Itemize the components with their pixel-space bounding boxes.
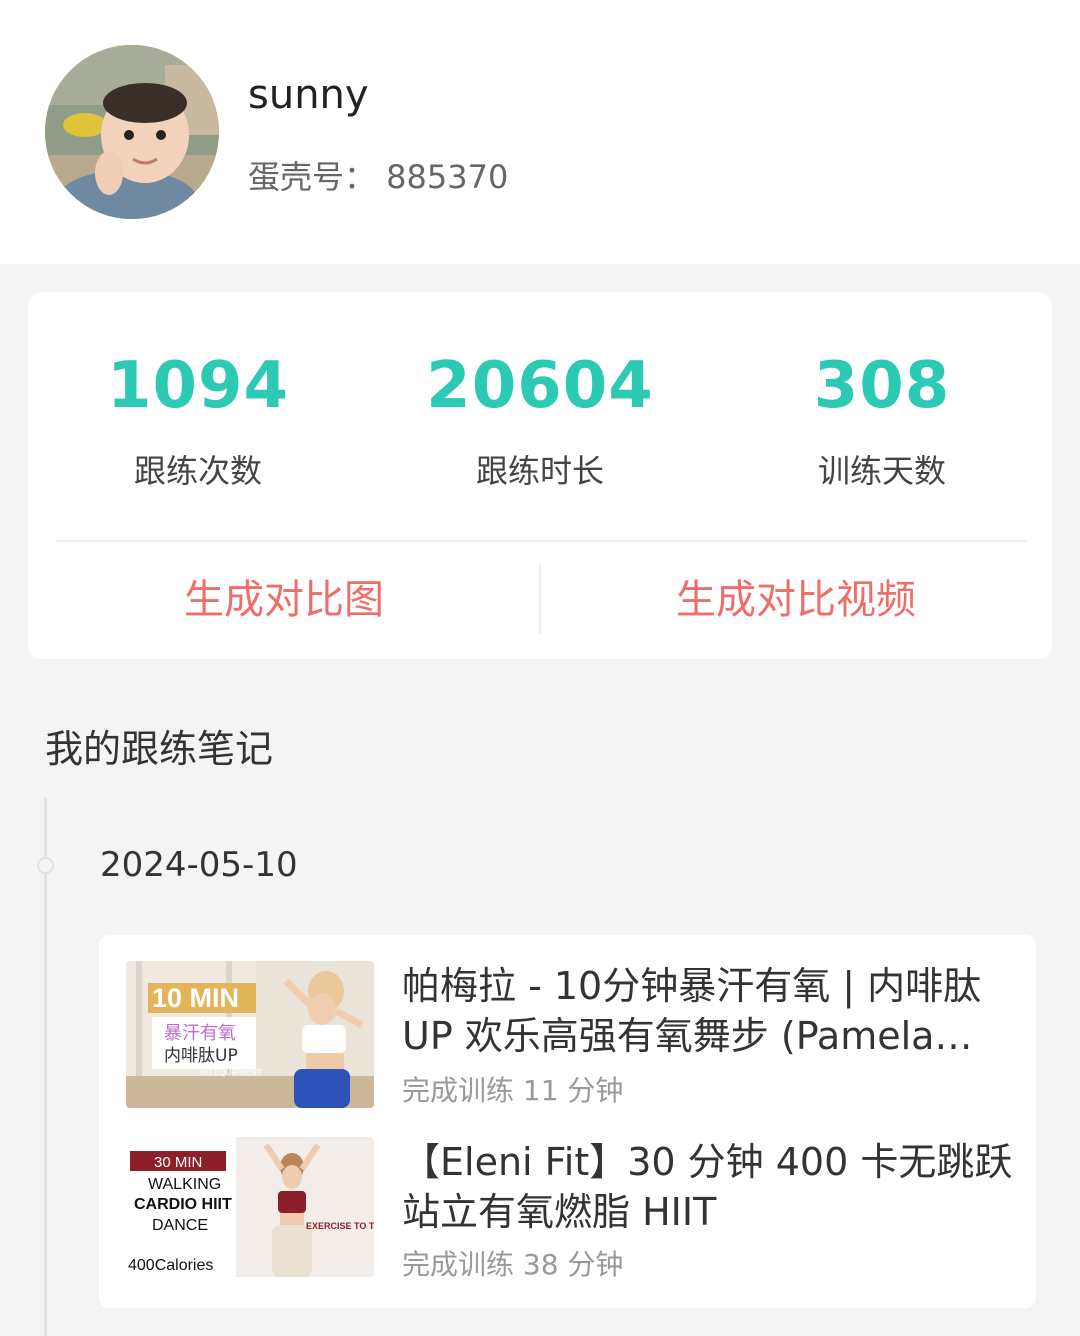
avatar-photo [45,45,219,219]
thumb-line2: CARDIO HIIT [134,1196,232,1213]
shell-id: 蛋壳号： 885370 [248,158,509,196]
generate-compare-video-button[interactable]: 生成对比视频 [540,568,1052,632]
timeline-line [44,798,47,1336]
thumbnail-image: 30 MIN WALKING CARDIO HIIT DANCE 400Calo… [126,1137,374,1277]
thumb-line2: 内啡肽UP [164,1046,238,1066]
stat-value: 20604 [426,349,654,423]
thumb-badge: 10 MIN [152,983,239,1013]
thumbnail-image: 10 MIN 暴汗有氧 内啡肽UP NO EQUIPMENT [126,961,374,1108]
video-thumbnail[interactable]: 10 MIN 暴汗有氧 内啡肽UP NO EQUIPMENT [126,961,374,1108]
stat-label: 跟练次数 [133,452,262,490]
note-date: 2024-05-10 [100,845,298,885]
thumb-badge: 30 MIN [154,1154,202,1171]
stat-label: 训练天数 [817,452,946,490]
thumb-tag: NO EQUIPMENT [200,1068,262,1077]
stat-training-days[interactable]: 308 训练天数 [732,344,1032,492]
divider [56,540,1026,542]
stat-value: 1094 [106,349,290,423]
timeline-dot [37,857,54,874]
avatar[interactable] [45,45,219,219]
workout-entry[interactable]: 30 MIN WALKING CARDIO HIIT DANCE 400Calo… [99,1137,1036,1287]
workout-title: 帕梅拉 - 10分钟暴汗有氧 | 内啡肽UP 欢乐高强有氧舞步 (Pamela … [402,964,982,1058]
section-title: 我的跟练笔记 [45,727,274,771]
thumb-line1: WALKING [148,1176,221,1193]
workout-title: 【Eleni Fit】30 分钟 400 卡无跳跃站立有氧燃脂 HIIT [402,1140,1013,1234]
workout-duration: 完成训练 38 分钟 [402,1248,624,1281]
stat-value: 308 [813,349,951,423]
notes-card: 10 MIN 暴汗有氧 内啡肽UP NO EQUIPMENT 帕梅拉 - 10分… [99,935,1036,1308]
profile-header: sunny 蛋壳号： 885370 [0,0,1080,264]
video-thumbnail[interactable]: 30 MIN WALKING CARDIO HIIT DANCE 400Calo… [126,1137,374,1277]
stat-label: 跟练时长 [475,452,604,490]
generate-compare-image-button[interactable]: 生成对比图 [28,568,540,632]
stat-follow-count[interactable]: 1094 跟练次数 [48,344,348,492]
thumb-line1: 暴汗有氧 [164,1023,236,1044]
thumb-line3: DANCE [152,1217,208,1234]
stats-card: 1094 跟练次数 20604 跟练时长 308 训练天数 生成对比图 生成对比… [28,292,1052,659]
stat-follow-duration[interactable]: 20604 跟练时长 [390,344,690,492]
workout-duration: 完成训练 11 分钟 [402,1074,624,1107]
thumb-calories: 400Calories [128,1257,213,1274]
workout-entry[interactable]: 10 MIN 暴汗有氧 内啡肽UP NO EQUIPMENT 帕梅拉 - 10分… [99,961,1036,1111]
username: sunny [248,72,369,118]
thumb-tag: EXERCISE TO THE BEAT [306,1221,374,1231]
